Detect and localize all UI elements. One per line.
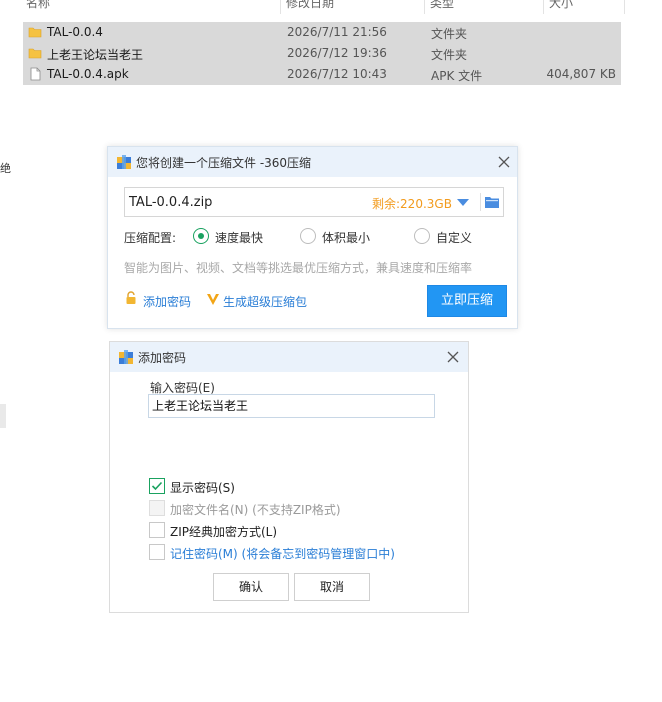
folder-icon — [28, 27, 42, 38]
show-password-checkbox[interactable] — [149, 478, 165, 494]
file-name: TAL-0.0.4 — [47, 25, 103, 39]
encrypt-filename-checkbox — [149, 500, 165, 516]
field-divider — [480, 193, 481, 211]
option-smallest-label[interactable]: 体积最小 — [322, 229, 370, 246]
radio-smallest[interactable] — [300, 228, 316, 244]
column-header-date[interactable]: 修改日期 — [286, 0, 334, 11]
cancel-button[interactable]: 取消 — [294, 573, 370, 601]
left-panel-scroll-stub — [0, 404, 6, 428]
file-type: 文件夹 — [431, 27, 468, 41]
option-custom-label[interactable]: 自定义 — [436, 229, 472, 246]
file-name: 上老王论坛当老王 — [47, 48, 144, 62]
file-date: 2026/7/11 21:56 — [287, 25, 387, 39]
close-icon[interactable] — [446, 350, 460, 364]
archive-app-icon — [117, 155, 131, 169]
remember-password-label[interactable]: 记住密码(M) (将会备忘到密码管理窗口中) — [170, 545, 395, 562]
file-type: APK 文件 — [431, 69, 483, 83]
check-icon — [151, 481, 163, 491]
column-divider[interactable] — [424, 0, 425, 14]
zip-classic-checkbox[interactable] — [149, 522, 165, 538]
file-date: 2026/7/12 19:36 — [287, 46, 387, 60]
column-header-name[interactable]: 名称 — [26, 0, 50, 11]
archive-app-icon — [119, 350, 133, 364]
file-type: 文件夹 — [431, 48, 468, 62]
radio-custom[interactable] — [414, 228, 430, 244]
radio-fastest[interactable] — [193, 228, 209, 244]
compress-dialog: 您将创建一个压缩文件 -360压缩 TAL-0.0.4.zip 剩余:220.3… — [107, 146, 518, 329]
compress-dialog-title: 您将创建一个压缩文件 -360压缩 — [136, 156, 312, 170]
file-name: TAL-0.0.4.apk — [47, 67, 129, 81]
vip-icon — [207, 294, 219, 305]
ok-button[interactable]: 确认 — [213, 573, 289, 601]
super-package-link[interactable]: 生成超级压缩包 — [223, 293, 307, 310]
column-divider[interactable] — [280, 0, 281, 14]
compress-now-button[interactable]: 立即压缩 — [427, 285, 507, 317]
add-password-link[interactable]: 添加密码 — [143, 293, 191, 310]
column-header-size[interactable]: 大小 — [549, 0, 573, 11]
file-icon — [30, 67, 41, 81]
encrypt-filename-label: 加密文件名(N) (不支持ZIP格式) — [170, 503, 341, 517]
zip-classic-label[interactable]: ZIP经典加密方式(L) — [170, 523, 277, 540]
compress-config-label: 压缩配置: — [124, 231, 177, 245]
lock-icon — [126, 291, 136, 304]
browse-folder-icon[interactable] — [484, 195, 500, 209]
file-row[interactable]: 上老王论坛当老王 2026/7/12 19:36 文件夹 — [23, 43, 621, 64]
add-password-dialog: 添加密码 输入密码(E) 上老王论坛当老王 显示密码(S) 加密文件名(N) (… — [109, 341, 469, 613]
file-row[interactable]: TAL-0.0.4 2026/7/11 21:56 文件夹 — [23, 22, 621, 43]
left-edge-text: 绝 — [0, 162, 11, 175]
option-fastest-label[interactable]: 速度最快 — [215, 229, 263, 246]
column-divider[interactable] — [624, 0, 625, 14]
archive-filename[interactable]: TAL-0.0.4.zip — [129, 195, 212, 210]
compress-hint: 智能为图片、视频、文档等挑选最优压缩方式，兼具速度和压缩率 — [124, 261, 473, 275]
chevron-down-icon[interactable] — [457, 199, 469, 206]
password-input[interactable]: 上老王论坛当老王 — [148, 394, 435, 418]
file-row[interactable]: TAL-0.0.4.apk 2026/7/12 10:43 APK 文件 404… — [23, 64, 621, 85]
column-header-row: 名称 修改日期 类型 大小 — [22, 0, 625, 14]
archive-path-field[interactable]: TAL-0.0.4.zip 剩余:220.3GB — [124, 187, 504, 217]
remember-password-checkbox[interactable] — [149, 544, 165, 560]
show-password-label[interactable]: 显示密码(S) — [170, 479, 235, 496]
close-icon[interactable] — [497, 155, 511, 169]
file-date: 2026/7/12 10:43 — [287, 67, 387, 81]
add-password-titlebar[interactable]: 添加密码 — [110, 342, 468, 372]
folder-icon — [28, 48, 42, 59]
file-size: 404,807 KB — [546, 67, 616, 81]
compress-dialog-titlebar[interactable]: 您将创建一个压缩文件 -360压缩 — [108, 147, 517, 177]
disk-remaining: 剩余:220.3GB — [372, 197, 452, 211]
column-divider[interactable] — [543, 0, 544, 14]
column-header-type[interactable]: 类型 — [430, 0, 454, 11]
add-password-title: 添加密码 — [138, 351, 187, 365]
